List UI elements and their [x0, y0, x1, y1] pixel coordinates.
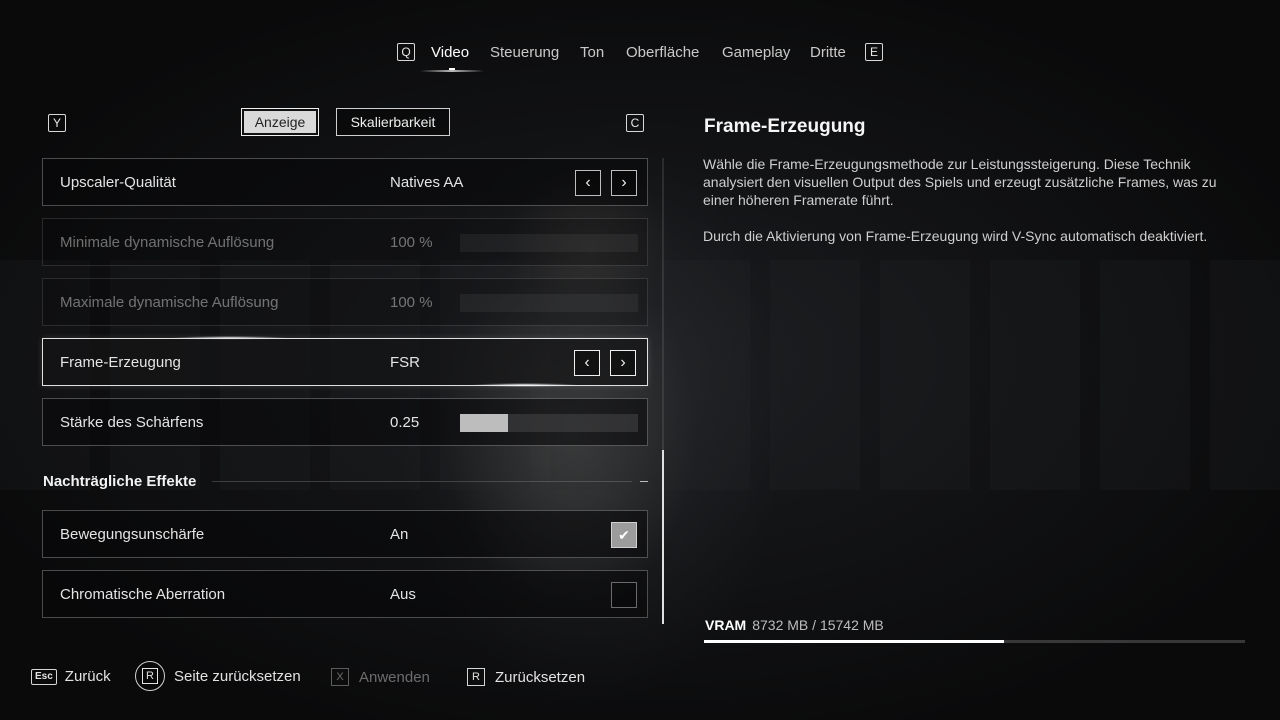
- vram-bar-fill: [704, 640, 1005, 643]
- info-paragraph: Durch die Aktivierung von Frame-Erzeugun…: [703, 228, 1208, 244]
- back-button[interactable]: Esc Zurück: [31, 668, 111, 685]
- setting-label: Upscaler-Qualität: [60, 174, 176, 191]
- setting-row-min-dynamic-resolution: Minimale dynamische Auflösung 100 %: [42, 218, 648, 266]
- tab-gameplay[interactable]: Gameplay: [722, 44, 790, 61]
- setting-value: Aus: [390, 586, 416, 603]
- setting-label: Chromatische Aberration: [60, 586, 226, 603]
- reset-page-label: Seite zurücksetzen: [174, 667, 301, 685]
- tab-steuerung[interactable]: Steuerung: [490, 44, 559, 61]
- setting-value: FSR: [390, 354, 420, 371]
- reset-label: Zurücksetzen: [495, 668, 586, 686]
- tab-dritte[interactable]: Dritte: [810, 44, 846, 61]
- prev-tab-key-q[interactable]: Q: [397, 43, 415, 61]
- tab-video[interactable]: Video: [431, 44, 469, 61]
- active-tab-indicator: [420, 68, 484, 72]
- chevron-left-icon[interactable]: ‹: [575, 170, 601, 196]
- reset-button[interactable]: R Zurücksetzen: [467, 668, 585, 686]
- setting-value: Natives AA: [390, 174, 464, 191]
- setting-row-sharpening-strength[interactable]: Stärke des Schärfens 0.25: [42, 398, 648, 446]
- collapse-icon[interactable]: [640, 481, 648, 482]
- info-title: Frame-Erzeugung: [704, 116, 866, 137]
- chevron-right-icon[interactable]: ›: [611, 170, 637, 196]
- vram-value: 8732 MB / 15742 MB: [752, 617, 884, 633]
- section-divider: [212, 481, 632, 482]
- back-label: Zurück: [64, 668, 111, 685]
- esc-key-icon: Esc: [31, 668, 57, 685]
- reset-page-button[interactable]: R Seite zurücksetzen: [135, 661, 301, 691]
- setting-row-upscaler-quality[interactable]: Upscaler-Qualität Natives AA ‹ ›: [42, 158, 648, 206]
- subtab-skalierbarkeit[interactable]: Skalierbarkeit: [336, 108, 450, 136]
- setting-value: An: [390, 526, 409, 543]
- slider-track: [460, 234, 638, 252]
- slider-track[interactable]: [460, 414, 638, 432]
- setting-label: Minimale dynamische Auflösung: [60, 234, 275, 251]
- apply-button[interactable]: X Anwenden: [331, 668, 430, 686]
- slider-track: [460, 294, 638, 312]
- chevron-left-icon[interactable]: ‹: [574, 350, 600, 376]
- tab-oberflaeche[interactable]: Oberfläche: [626, 44, 699, 61]
- r-key-icon: R: [135, 661, 165, 691]
- subtab-anzeige[interactable]: Anzeige: [241, 108, 319, 136]
- setting-row-frame-generation[interactable]: Frame-Erzeugung FSR ‹ ›: [42, 338, 648, 386]
- vram-readout: VRAM 8732 MB / 15742 MB: [705, 617, 884, 633]
- x-key-icon: X: [331, 668, 349, 686]
- motion-blur-checkbox[interactable]: ✔: [611, 522, 637, 548]
- apply-label: Anwenden: [359, 668, 430, 686]
- setting-value: 100 %: [390, 234, 433, 251]
- section-title-post-effects: Nachträgliche Effekte: [43, 473, 197, 490]
- r-key-icon: R: [467, 668, 485, 686]
- setting-label: Maximale dynamische Auflösung: [60, 294, 279, 311]
- setting-row-motion-blur[interactable]: Bewegungsunschärfe An ✔: [42, 510, 648, 558]
- setting-value: 100 %: [390, 294, 433, 311]
- next-subtab-key-c[interactable]: C: [626, 114, 644, 132]
- setting-value: 0.25: [390, 414, 420, 431]
- prev-subtab-key-y[interactable]: Y: [48, 114, 66, 132]
- setting-label: Stärke des Schärfens: [60, 414, 204, 431]
- vram-label: VRAM: [705, 617, 747, 633]
- chevron-right-icon[interactable]: ›: [610, 350, 636, 376]
- selection-glow-bottom: [470, 383, 580, 387]
- settings-scrollbar[interactable]: [662, 158, 664, 624]
- setting-row-max-dynamic-resolution: Maximale dynamische Auflösung 100 %: [42, 278, 648, 326]
- next-tab-key-e[interactable]: E: [865, 43, 883, 61]
- setting-label: Bewegungsunschärfe: [60, 526, 205, 543]
- checkmark-icon: ✔: [618, 526, 630, 543]
- vram-bar: [704, 640, 1245, 643]
- setting-label: Frame-Erzeugung: [60, 354, 181, 371]
- chromatic-aberration-checkbox[interactable]: [611, 582, 637, 608]
- scrollbar-thumb[interactable]: [662, 450, 664, 624]
- setting-row-chromatic-aberration[interactable]: Chromatische Aberration Aus: [42, 570, 648, 618]
- info-paragraph: Wähle die Frame-Erzeugungsmethode zur Le…: [703, 156, 1217, 208]
- tab-ton[interactable]: Ton: [580, 44, 604, 61]
- info-description: Wähle die Frame-Erzeugungsmethode zur Le…: [703, 155, 1243, 245]
- slider-fill: [460, 414, 509, 432]
